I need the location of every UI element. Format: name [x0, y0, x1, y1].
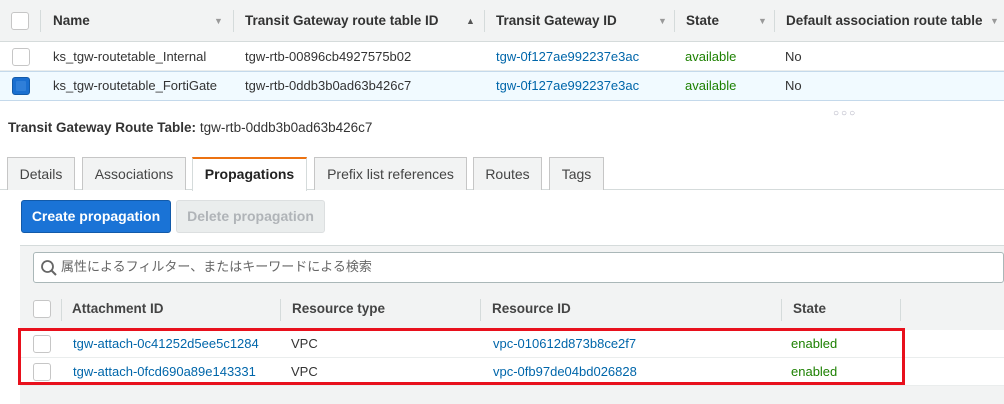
detail-tabs: Details Associations Propagations Prefix… — [0, 157, 1004, 191]
create-propagation-button[interactable]: Create propagation — [21, 200, 171, 233]
table-row-selected[interactable]: ks_tgw-routetable_FortiGate tgw-rtb-0ddb… — [0, 71, 1004, 101]
column-default-association[interactable]: Default association route table — [786, 0, 983, 42]
select-all-checkbox[interactable] — [33, 300, 51, 318]
sort-caret-icon[interactable]: ▼ — [658, 0, 667, 42]
sort-caret-icon[interactable]: ▼ — [214, 0, 223, 42]
tab-routes[interactable]: Routes — [473, 157, 542, 190]
propagations-table-header: Attachment ID Resource type Resource ID … — [20, 291, 1004, 329]
state-value: available — [685, 49, 737, 64]
search-placeholder: 属性によるフィルター、またはキーワードによる検索 — [61, 260, 372, 275]
detail-title-label: Transit Gateway Route Table: — [8, 120, 197, 135]
tgw-id-link[interactable]: tgw-0f127ae992237e3ac — [496, 72, 639, 100]
route-table-id: tgw-rtb-00896cb4927575b02 — [245, 49, 412, 64]
tab-propagations[interactable]: Propagations — [192, 157, 307, 191]
table-row[interactable]: ks_tgw-routetable_Internal tgw-rtb-00896… — [0, 43, 1004, 71]
filter-search-box[interactable]: 属性によるフィルター、またはキーワードによる検索 — [33, 252, 1004, 283]
row-checkbox[interactable] — [12, 48, 30, 66]
tab-prefix-list-references[interactable]: Prefix list references — [314, 157, 467, 190]
column-resource-id[interactable]: Resource ID — [492, 291, 571, 329]
tab-details[interactable]: Details — [7, 157, 75, 190]
tgw-id-link[interactable]: tgw-0f127ae992237e3ac — [496, 43, 639, 71]
column-state[interactable]: State — [686, 0, 719, 42]
column-tgw-id[interactable]: Transit Gateway ID — [496, 0, 617, 42]
column-name[interactable]: Name — [53, 0, 90, 42]
sort-caret-icon[interactable]: ▼ — [990, 0, 999, 42]
default-association-value: No — [785, 78, 802, 93]
route-table-name: ks_tgw-routetable_Internal — [53, 49, 207, 64]
resize-handle[interactable]: ○○○ — [833, 108, 857, 119]
detail-title-value: tgw-rtb-0ddb3b0ad63b426c7 — [199, 120, 373, 135]
route-table-detail-title: Transit Gateway Route Table: tgw-rtb-0dd… — [8, 120, 372, 135]
column-state[interactable]: State — [793, 291, 826, 329]
column-resource-type[interactable]: Resource type — [292, 291, 385, 329]
tab-tags[interactable]: Tags — [549, 157, 604, 190]
state-value: available — [685, 78, 737, 93]
sort-caret-icon[interactable]: ▼ — [758, 0, 767, 42]
default-association-value: No — [785, 49, 802, 64]
select-all-checkbox[interactable] — [11, 12, 29, 30]
route-table-name: ks_tgw-routetable_FortiGate — [53, 78, 218, 93]
route-tables-header: Name ▼ Transit Gateway route table ID ▲ … — [0, 0, 1004, 42]
red-highlight-box — [18, 328, 905, 385]
column-attachment-id[interactable]: Attachment ID — [72, 291, 164, 329]
delete-propagation-button[interactable]: Delete propagation — [176, 200, 325, 233]
column-route-table-id[interactable]: Transit Gateway route table ID — [245, 0, 439, 42]
row-checkbox-checked[interactable] — [12, 77, 30, 95]
tab-associations[interactable]: Associations — [82, 157, 186, 190]
sort-ascending-icon[interactable]: ▲ — [466, 0, 475, 42]
route-table-id: tgw-rtb-0ddb3b0ad63b426c7 — [245, 78, 412, 93]
search-icon — [41, 260, 57, 276]
